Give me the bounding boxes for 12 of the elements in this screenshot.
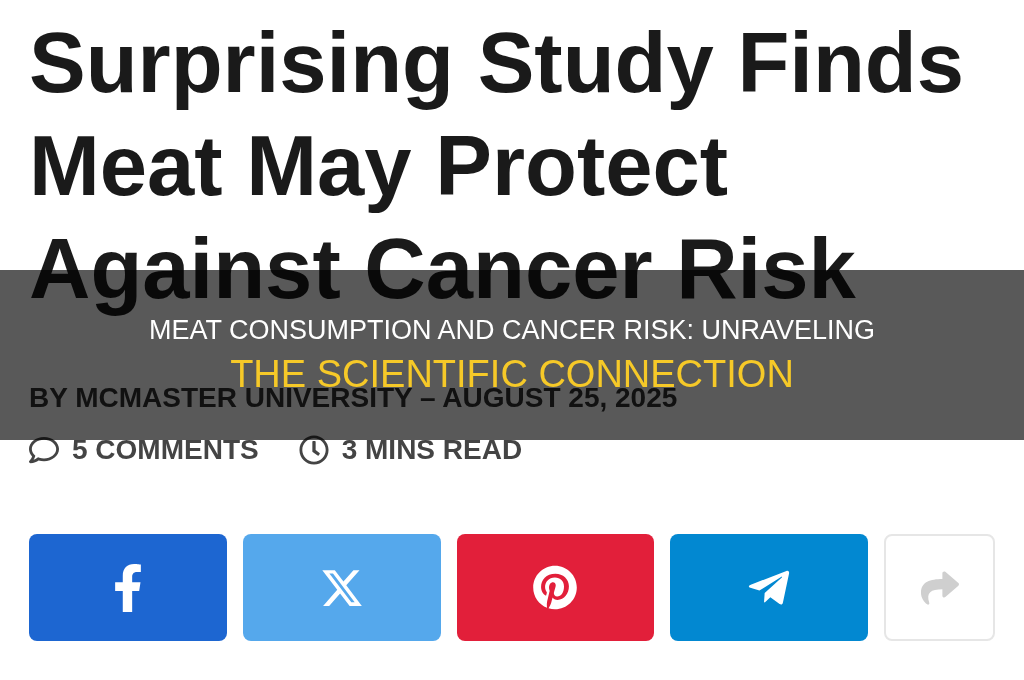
overlay-title: MEAT CONSUMPTION AND CANCER RISK: UNRAVELING [148, 315, 876, 346]
pinterest-icon [533, 565, 578, 610]
share-arrow-icon [919, 568, 960, 607]
x-share-button[interactable] [242, 534, 441, 641]
clock-icon [298, 435, 329, 465]
facebook-icon [112, 563, 143, 612]
telegram-share-button[interactable] [670, 534, 869, 641]
facebook-share-button[interactable] [29, 534, 227, 641]
comment-bubble-icon [29, 435, 59, 465]
comment-count-text: 5 COMMENTS [72, 434, 259, 466]
pinterest-share-button[interactable] [456, 534, 655, 641]
read-time-text: 3 MINS READ [341, 434, 523, 466]
